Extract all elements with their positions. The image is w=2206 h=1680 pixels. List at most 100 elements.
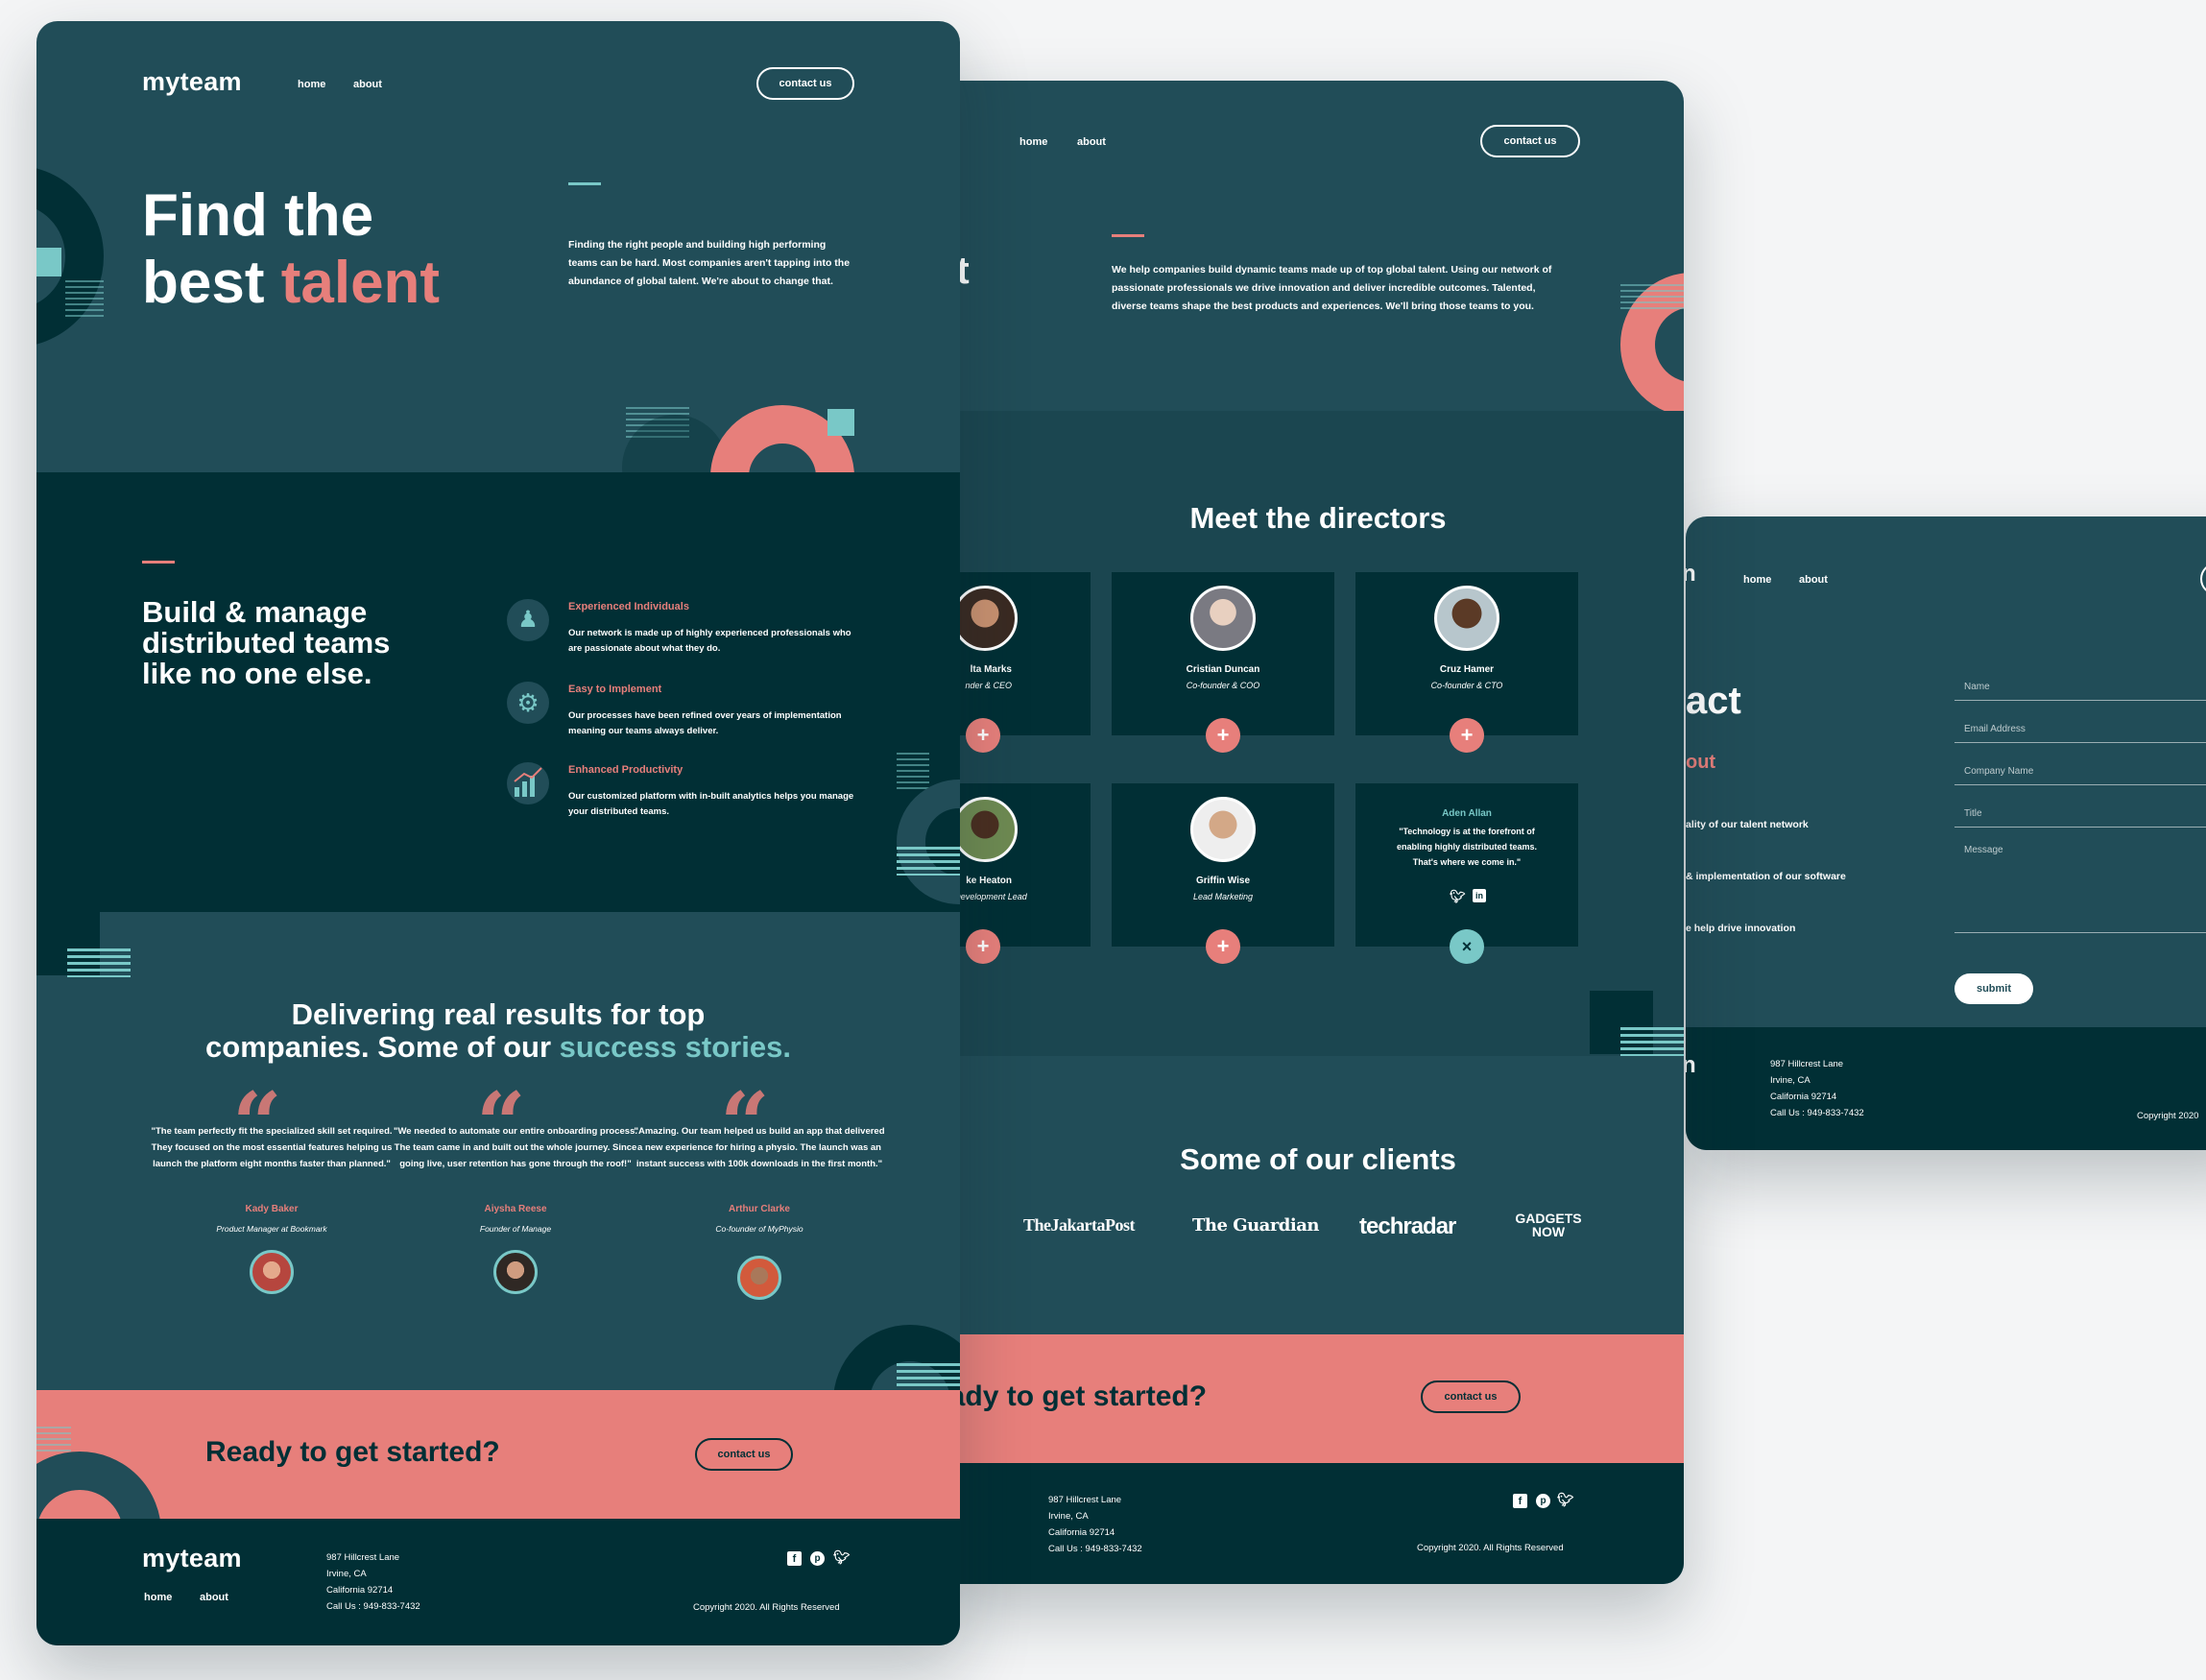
feature-title: Easy to Implement bbox=[568, 684, 662, 695]
about-description: We help companies build dynamic teams ma… bbox=[1112, 264, 1552, 312]
about-cta-text: eady to get started? bbox=[933, 1380, 1208, 1412]
director-name: Cruz Hamer bbox=[1439, 664, 1495, 675]
facebook-icon[interactable]: f bbox=[787, 1551, 802, 1566]
home-cta-contact-button[interactable]: contact us bbox=[695, 1438, 793, 1471]
testimonial-role: Founder of Manage bbox=[479, 1224, 552, 1234]
about-nav-home[interactable]: home bbox=[1019, 136, 1047, 148]
chart-icon bbox=[507, 762, 549, 804]
submit-button[interactable]: submit bbox=[1954, 973, 2033, 1004]
address-line: Irvine, CA bbox=[1048, 1511, 1089, 1522]
footer-address: 987 Hillcrest Lane Irvine, CA California… bbox=[326, 1549, 490, 1615]
address-line: Call Us : 949-833-7432 bbox=[1770, 1108, 1864, 1118]
address-line: Call Us : 949-833-7432 bbox=[1048, 1544, 1142, 1554]
features-title: Build & manage distributed teams like no… bbox=[142, 595, 391, 690]
testimonial-role: Product Manager at Bookmark bbox=[216, 1224, 327, 1234]
director-plus-button[interactable]: + bbox=[966, 929, 1000, 964]
hero-title: Find the best talent bbox=[142, 182, 440, 317]
home-footer: myteam home about 987 Hillcrest Lane Irv… bbox=[36, 1519, 960, 1645]
footer-logo[interactable]: myteam bbox=[142, 1544, 242, 1573]
director-plus-button[interactable]: + bbox=[1206, 718, 1240, 753]
hero-description: Finding the right people and building hi… bbox=[568, 239, 851, 287]
company-field[interactable]: Company Name bbox=[1954, 753, 2206, 785]
featured-director-quote: "Technology is at the forefront of enabl… bbox=[1396, 827, 1538, 867]
contact-logo-fragment: n bbox=[1686, 561, 1696, 587]
linkedin-icon[interactable]: in bbox=[1473, 889, 1486, 902]
home-nav-about[interactable]: about bbox=[353, 79, 382, 90]
footer-copyright: Copyright 2020. All Rights Reserved bbox=[693, 1602, 840, 1613]
results-decor-stripes bbox=[67, 948, 131, 977]
address-line: 987 Hillcrest Lane bbox=[326, 1552, 400, 1563]
about-nav-about[interactable]: about bbox=[1077, 136, 1106, 148]
features-section bbox=[36, 472, 960, 912]
hero-accent-line bbox=[568, 182, 601, 185]
contact-nav-about[interactable]: about bbox=[1799, 574, 1828, 586]
about-address: 987 Hillcrest Lane Irvine, CA California… bbox=[1048, 1492, 1211, 1557]
pinterest-icon[interactable]: p bbox=[810, 1551, 825, 1566]
hero-title-line1: Find the bbox=[142, 182, 374, 249]
people-icon: ♟ bbox=[507, 599, 549, 641]
director-card: Cruz Hamer Co-founder & CTO bbox=[1355, 572, 1578, 735]
testimonial-name: Aiysha Reese bbox=[484, 1204, 547, 1214]
results-title-line2: companies. Some of our success stories. bbox=[36, 1031, 960, 1064]
hero-decor-mint bbox=[36, 248, 61, 276]
home-contact-button[interactable]: contact us bbox=[756, 67, 854, 100]
contact-point-2: & implementation of our software bbox=[1686, 871, 1846, 882]
about-accent-line bbox=[1112, 234, 1144, 237]
hero-title-talent: talent bbox=[280, 250, 441, 316]
client-logo-jakarta: TheJakartaPost bbox=[1023, 1215, 1136, 1235]
director-card: Griffin Wise Lead Marketing bbox=[1112, 783, 1334, 947]
director-avatar bbox=[952, 586, 1018, 651]
features-decor-stripes bbox=[897, 753, 929, 791]
director-role: Co-founder & COO bbox=[1186, 681, 1260, 690]
contact-nav-pill-edge[interactable] bbox=[2200, 563, 2206, 595]
home-logo[interactable]: myteam bbox=[142, 67, 242, 97]
address-line: California 92714 bbox=[326, 1585, 394, 1596]
director-card: Cristian Duncan Co-founder & COO bbox=[1112, 572, 1334, 735]
title-field[interactable]: Title bbox=[1954, 795, 2206, 828]
contact-point-1: ality of our talent network bbox=[1686, 819, 1809, 830]
testimonial-quote: "We needed to automate our entire onboar… bbox=[393, 1126, 637, 1169]
clients-title: Some of our clients bbox=[1180, 1142, 1456, 1176]
cta-decor-stripes-left bbox=[36, 1427, 71, 1452]
about-contact-button[interactable]: contact us bbox=[1480, 125, 1580, 157]
director-close-button[interactable]: × bbox=[1450, 929, 1484, 964]
message-field[interactable]: Message bbox=[1954, 837, 2206, 933]
director-name: Cristian Duncan bbox=[1186, 664, 1260, 675]
director-plus-button[interactable]: + bbox=[1450, 718, 1484, 753]
twitter-icon[interactable]: 🐦︎ bbox=[1450, 889, 1466, 904]
client-logo-guardian: The Guardian bbox=[1192, 1215, 1319, 1236]
address-line: Irvine, CA bbox=[326, 1569, 367, 1579]
twitter-icon[interactable]: 🐦︎ bbox=[833, 1549, 851, 1566]
testimonial-quote: "The team perfectly fit the specialized … bbox=[151, 1126, 393, 1169]
footer-nav-about[interactable]: about bbox=[200, 1592, 228, 1603]
director-plus-button[interactable]: + bbox=[1206, 929, 1240, 964]
contact-nav-home[interactable]: home bbox=[1743, 574, 1771, 586]
address-line: Irvine, CA bbox=[1770, 1075, 1810, 1086]
pinterest-icon[interactable]: p bbox=[1536, 1494, 1550, 1508]
director-avatar bbox=[1190, 586, 1256, 651]
email-field[interactable]: Email Address bbox=[1954, 710, 2206, 743]
facebook-icon[interactable]: f bbox=[1513, 1494, 1527, 1508]
twitter-icon[interactable]: 🐦︎ bbox=[1557, 1492, 1574, 1508]
results-title: Delivering real results for top companie… bbox=[36, 998, 960, 1064]
hero-decor-stripes bbox=[65, 280, 104, 319]
feature-desc: Our network is made up of highly experie… bbox=[568, 628, 851, 654]
featured-director-card: Aden Allan "Technology is at the forefro… bbox=[1355, 783, 1578, 947]
address-line: Call Us : 949-833-7432 bbox=[326, 1601, 420, 1612]
director-role: Co-founder & CTO bbox=[1430, 681, 1503, 690]
contact-copyright: Copyright 2020 bbox=[2137, 1111, 2199, 1121]
about-cta-contact-button[interactable]: contact us bbox=[1421, 1380, 1521, 1413]
about-footer: n 987 Hillcrest Lane Irvine, CA Californ… bbox=[933, 1463, 1684, 1584]
address-line: California 92714 bbox=[1048, 1527, 1115, 1538]
footer-nav-home[interactable]: home bbox=[144, 1592, 172, 1603]
name-field[interactable]: Name bbox=[1954, 668, 2206, 701]
about-decor-stripes bbox=[1620, 284, 1684, 313]
testimonial-name: Arthur Clarke bbox=[729, 1204, 790, 1214]
director-avatar bbox=[952, 797, 1018, 862]
director-plus-button[interactable]: + bbox=[966, 718, 1000, 753]
home-nav-home[interactable]: home bbox=[298, 79, 325, 90]
testimonial-avatar bbox=[737, 1256, 781, 1300]
directors-title: Meet the directors bbox=[1189, 501, 1447, 535]
contact-page-card: n home about act out ality of our talent… bbox=[1686, 516, 2206, 1150]
results-title-part-a: companies. Some of our bbox=[205, 1030, 560, 1064]
